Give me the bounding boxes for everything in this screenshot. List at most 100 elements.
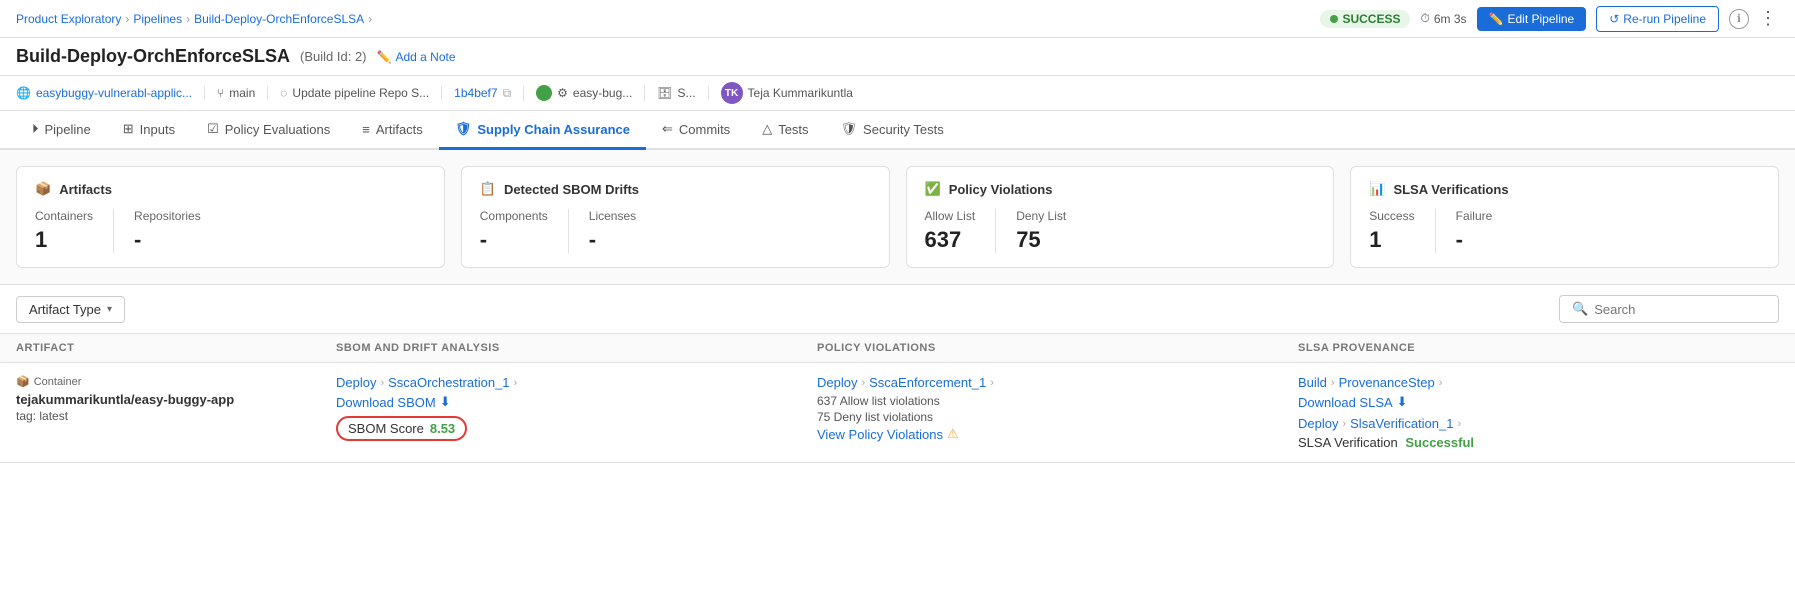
repo-link[interactable]: easybuggy-vulnerabl-applic... bbox=[36, 86, 192, 100]
slsa-verification-value: Successful bbox=[1405, 435, 1474, 450]
breadcrumb-pipelines[interactable]: Pipelines bbox=[133, 12, 182, 26]
metric-licenses: Licenses - bbox=[589, 209, 636, 253]
add-note-link[interactable]: ✏️ Add a Note bbox=[377, 50, 456, 64]
warning-icon: ⚠ bbox=[947, 426, 959, 442]
breadcrumb-sep3: › bbox=[368, 12, 372, 26]
commits-icon: ⇐ bbox=[662, 121, 673, 137]
inputs-icon: ⊞ bbox=[123, 121, 134, 137]
user-name: Teja Kummarikuntla bbox=[748, 86, 853, 100]
container-icon: 📦 bbox=[16, 375, 30, 388]
avatar: TK bbox=[721, 82, 743, 104]
more-options-icon[interactable]: ⋮ bbox=[1759, 8, 1779, 29]
slsa-icon: 📊 bbox=[1369, 181, 1385, 197]
components-label: Components bbox=[480, 209, 548, 223]
info-icon[interactable]: ℹ bbox=[1729, 9, 1749, 29]
containers-label: Containers bbox=[35, 209, 93, 223]
tests-icon: △ bbox=[762, 121, 772, 137]
download-slsa-link[interactable]: Download SLSA ⬇ bbox=[1298, 394, 1779, 410]
tab-inputs[interactable]: ⊞ Inputs bbox=[107, 111, 191, 150]
slsa-link1-text: Build bbox=[1298, 375, 1327, 390]
card-policy-label: Policy Violations bbox=[949, 182, 1053, 197]
tab-pipeline[interactable]: ⏵ Pipeline bbox=[16, 111, 107, 150]
metric-slsa-success: Success 1 bbox=[1369, 209, 1414, 253]
branch-icon: ⑂ bbox=[217, 86, 224, 100]
tab-supply-chain[interactable]: 🛡 Supply Chain Assurance bbox=[439, 111, 646, 150]
meta-commit-hash: 1b4bef7 ⧉ bbox=[454, 86, 524, 101]
commit-msg-icon: ◌ bbox=[280, 86, 287, 100]
artifact-tag: tag: latest bbox=[16, 409, 336, 423]
tab-artifacts-label: Artifacts bbox=[376, 122, 423, 137]
slsa-verification-status: SLSA Verification Successful bbox=[1298, 435, 1779, 450]
breadcrumb-build[interactable]: Build-Deploy-OrchEnforceSLSA bbox=[194, 12, 364, 26]
artifact-cell: 📦 Container tejakummarikuntla/easy-buggy… bbox=[16, 375, 336, 423]
download-icon: ⬇ bbox=[440, 394, 451, 410]
shield-icon: 🛡 bbox=[455, 121, 472, 137]
download-sbom-link[interactable]: Download SBOM ⬇ bbox=[336, 394, 817, 410]
deny-list-violations: 75 Deny list violations bbox=[817, 410, 1298, 424]
card-policy-metrics: Allow List 637 Deny List 75 bbox=[925, 209, 1316, 253]
service2: S... bbox=[678, 86, 696, 100]
artifacts-icon: ≡ bbox=[362, 122, 370, 137]
allow-list-violations: 637 Allow list violations bbox=[817, 394, 1298, 408]
top-bar: Product Exploratory › Pipelines › Build-… bbox=[0, 0, 1795, 38]
security-icon: 🛡 bbox=[841, 121, 858, 137]
repos-label: Repositories bbox=[134, 209, 201, 223]
licenses-value: - bbox=[589, 227, 636, 253]
build-title: Build-Deploy-OrchEnforceSLSA bbox=[16, 46, 290, 67]
tab-commits[interactable]: ⇐ Commits bbox=[646, 111, 746, 150]
tab-pipeline-label: Pipeline bbox=[45, 122, 91, 137]
card-policy-violations: ✅ Policy Violations Allow List 637 Deny … bbox=[906, 166, 1335, 268]
slsa-failure-label: Failure bbox=[1456, 209, 1493, 223]
artifact-type-dropdown[interactable]: Artifact Type ▾ bbox=[16, 296, 125, 323]
edit-pipeline-button[interactable]: ✏️ Edit Pipeline bbox=[1477, 7, 1587, 31]
copy-icon[interactable]: ⧉ bbox=[503, 86, 512, 101]
download-sbom-label: Download SBOM bbox=[336, 395, 436, 410]
slsa-success-value: 1 bbox=[1369, 227, 1414, 253]
time-value: 6m 3s bbox=[1434, 12, 1467, 26]
view-policy-violations-link[interactable]: View Policy Violations ⚠ bbox=[817, 426, 1298, 442]
sbom-orchestration-link[interactable]: Deploy › SscaOrchestration_1 › bbox=[336, 375, 817, 390]
col-sbom: SBOM AND DRIFT ANALYSIS bbox=[336, 342, 817, 354]
policy-icon: ☑ bbox=[207, 121, 219, 137]
sbom-score-value: 8.53 bbox=[430, 421, 455, 436]
card-sbom-label: Detected SBOM Drifts bbox=[504, 182, 639, 197]
slsa-provenance-link[interactable]: Build › ProvenanceStep › bbox=[1298, 375, 1779, 390]
tab-tests[interactable]: △ Tests bbox=[746, 111, 824, 150]
tab-security-tests[interactable]: 🛡 Security Tests bbox=[825, 111, 960, 150]
tab-policy-evaluations[interactable]: ☑ Policy Evaluations bbox=[191, 111, 346, 150]
metric-deny-list: Deny List 75 bbox=[1016, 209, 1066, 253]
summary-section: 📦 Artifacts Containers 1 Repositories - … bbox=[0, 150, 1795, 285]
clock-icon: ⏱ bbox=[1420, 11, 1429, 26]
pencil-icon: ✏️ bbox=[377, 50, 392, 64]
table-header: ARTIFACT SBOM AND DRIFT ANALYSIS POLICY … bbox=[0, 334, 1795, 363]
metric-components: Components - bbox=[480, 209, 548, 253]
commit-hash[interactable]: 1b4bef7 bbox=[454, 86, 497, 100]
meta-user: TK Teja Kummarikuntla bbox=[721, 82, 865, 104]
table-row: 📦 Container tejakummarikuntla/easy-buggy… bbox=[0, 363, 1795, 463]
metric-repositories: Repositories - bbox=[134, 209, 201, 253]
download-slsa-label: Download SLSA bbox=[1298, 395, 1393, 410]
policy-chevron1-icon: › bbox=[861, 377, 865, 389]
breadcrumb-product[interactable]: Product Exploratory bbox=[16, 12, 121, 26]
search-input[interactable] bbox=[1594, 302, 1766, 317]
policy-enforcement-link[interactable]: Deploy › SscaEnforcement_1 › bbox=[817, 375, 1298, 390]
artifact-type-text: Container bbox=[34, 376, 82, 388]
policy-check-icon: ✅ bbox=[925, 181, 941, 197]
artifact-type-label: Artifact Type bbox=[29, 302, 101, 317]
time-badge: ⏱ 6m 3s bbox=[1420, 11, 1466, 26]
metric-slsa-failure: Failure - bbox=[1456, 209, 1493, 253]
breadcrumb-sep1: › bbox=[125, 12, 129, 26]
build-title-bar: Build-Deploy-OrchEnforceSLSA (Build Id: … bbox=[0, 38, 1795, 76]
meta-repo: 🌐 easybuggy-vulnerabl-applic... bbox=[16, 86, 205, 100]
slsa-verification-label: SLSA Verification bbox=[1298, 435, 1398, 450]
rerun-pipeline-button[interactable]: ↺ Re-run Pipeline bbox=[1596, 6, 1719, 32]
slsa-verification-link[interactable]: Deploy › SlsaVerification_1 › bbox=[1298, 416, 1779, 431]
status-badge: SUCCESS bbox=[1320, 10, 1410, 28]
green-status-icon bbox=[536, 85, 552, 101]
tab-artifacts[interactable]: ≡ Artifacts bbox=[346, 112, 439, 150]
sbom-link2-text: SscaOrchestration_1 bbox=[388, 375, 509, 390]
search-box[interactable]: 🔍 bbox=[1559, 295, 1779, 323]
slsa-chevron4-icon: › bbox=[1457, 418, 1461, 430]
meta-branch: ⑂ main bbox=[217, 86, 268, 100]
meta-commit-msg: ◌ Update pipeline Repo S... bbox=[280, 86, 442, 100]
